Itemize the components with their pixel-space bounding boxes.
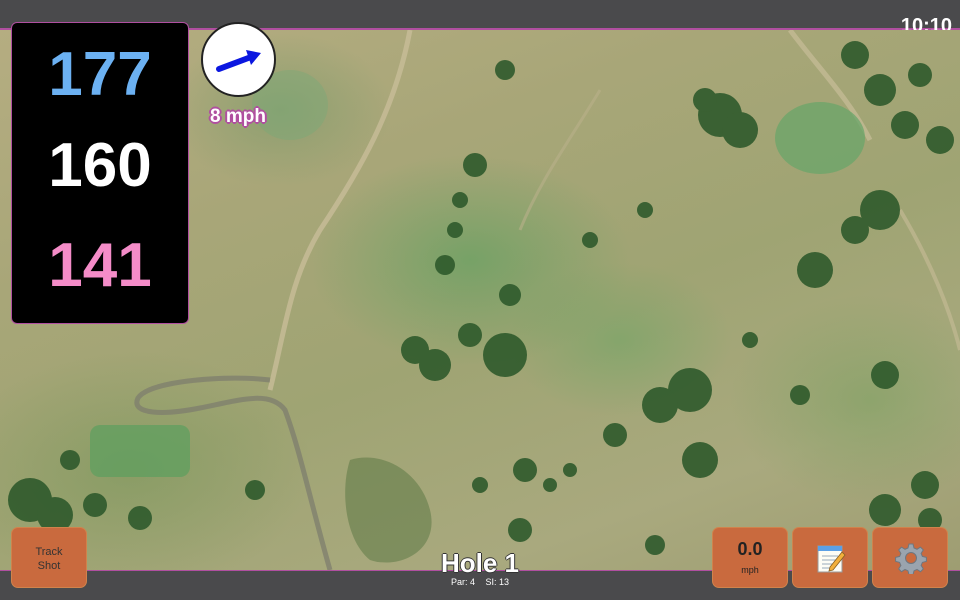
settings-button[interactable] [872,527,948,588]
speed-value: 0.0 [737,539,763,559]
hole-title: Hole 1 [440,548,520,578]
wind-speed-label: 8 mph [210,106,266,127]
wind-dial [201,22,276,97]
notes-button[interactable] [792,527,868,588]
speed-unit: mph [741,565,759,575]
speed-button[interactable]: 0.0 mph [712,527,788,588]
middle-distance: 160 [48,131,152,200]
par-label: Par: 4 [450,577,475,587]
track-shot-button[interactable]: Track Shot [11,527,87,588]
distance-panel: 177 160 141 [11,22,189,324]
notepad-icon [817,545,846,573]
hole-info: Par: 4 SI: 13 [380,577,580,587]
wind-arrow-icon [216,50,261,72]
back-distance: 177 [48,40,152,109]
stroke-index-label: SI: 13 [485,577,510,587]
front-distance: 141 [48,231,152,300]
gear-icon [895,543,927,574]
